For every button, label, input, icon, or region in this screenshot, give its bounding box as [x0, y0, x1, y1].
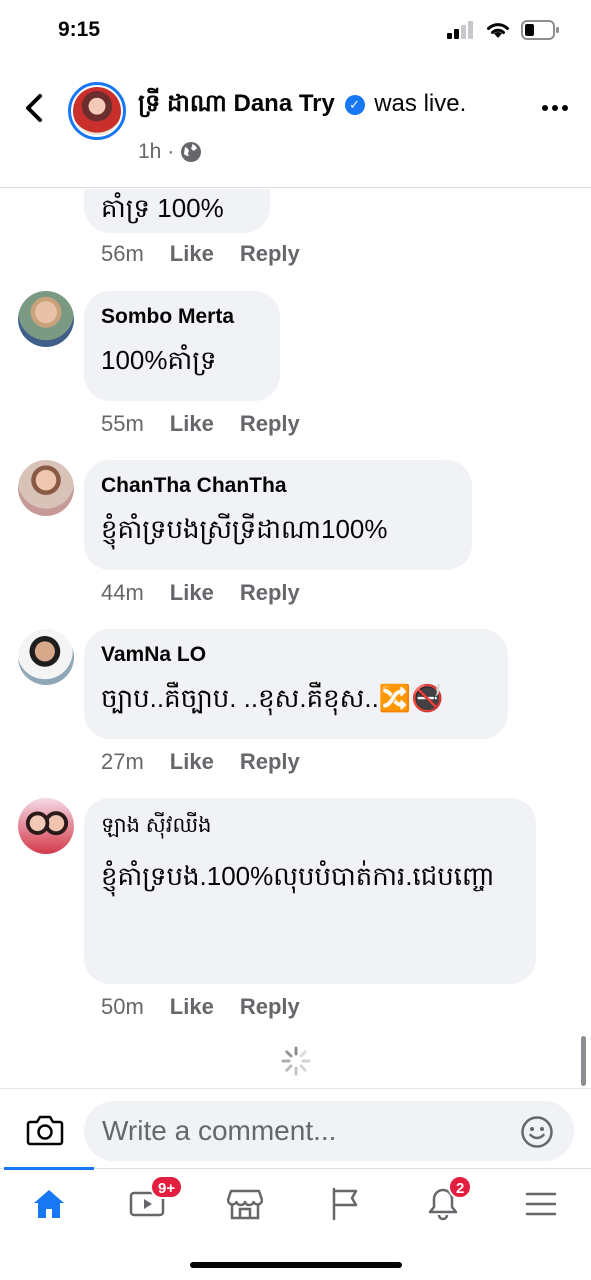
comment-text: 100%គាំទ្រ: [101, 345, 217, 375]
tab-notifications[interactable]: 2: [394, 1169, 492, 1239]
tab-watch[interactable]: 9+: [98, 1169, 196, 1239]
tab-pages[interactable]: [296, 1169, 394, 1239]
tab-menu[interactable]: [492, 1169, 590, 1239]
post-header: ទ្រី ដាណា Dana Try ✓ was live. 1h ·: [0, 64, 591, 188]
avatar[interactable]: [18, 629, 74, 685]
status-time: 9:15: [58, 18, 101, 41]
like-button[interactable]: Like: [170, 580, 214, 606]
page-avatar[interactable]: [68, 82, 126, 140]
comment-time: 50m: [101, 994, 144, 1019]
header-title: ទ្រី ដាណា Dana Try ✓ was live.: [138, 88, 466, 123]
comment-author[interactable]: VamNa LO: [101, 643, 490, 667]
page-name-link[interactable]: ទ្រី ដាណា Dana Try: [138, 90, 335, 117]
comment-time: 56m: [101, 241, 144, 266]
tab-marketplace[interactable]: [196, 1169, 294, 1239]
reply-button[interactable]: Reply: [240, 411, 300, 437]
avatar[interactable]: [18, 460, 74, 516]
comment-author[interactable]: Sombo Merta: [101, 305, 262, 329]
pages-flag-icon: [332, 1187, 358, 1221]
post-meta: 1h ·: [138, 140, 202, 164]
marketplace-icon: [227, 1189, 263, 1220]
comment-time: 55m: [101, 411, 144, 436]
like-button[interactable]: Like: [170, 241, 214, 267]
status-icons: [447, 20, 559, 40]
wifi-icon: [487, 23, 509, 38]
header-action: was live.: [374, 90, 467, 117]
post-timestamp[interactable]: 1h ·: [138, 140, 174, 164]
comment-actions: 44m Like Reply: [101, 580, 300, 606]
comment-bubble[interactable]: គាំទ្រ 100%: [84, 189, 270, 233]
comment-text: គាំទ្រ 100%: [101, 193, 224, 223]
comment-author[interactable]: ChanTha ChanTha: [101, 474, 454, 498]
comment-actions: 27m Like Reply: [101, 749, 300, 775]
home-indicator[interactable]: [190, 1262, 402, 1268]
avatar[interactable]: [18, 291, 74, 347]
notifications-badge: 2: [448, 1175, 473, 1199]
comment-input[interactable]: [84, 1101, 574, 1161]
comment-text: ច្បាប..គឺច្បាប. ..ខុស.គឺខុស..🔀🚭: [101, 683, 444, 713]
loading-spinner-icon: [281, 1046, 311, 1076]
comment-actions: 56m Like Reply: [101, 241, 300, 267]
avatar[interactable]: [18, 798, 74, 854]
reply-button[interactable]: Reply: [240, 580, 300, 606]
verified-icon: ✓: [344, 95, 365, 115]
more-icon[interactable]: [541, 96, 569, 120]
comment-text: ខ្ញុំគាំទ្របង.100%លុបបំបាត់ការ.ជេបញ្ចោ: [101, 861, 495, 891]
like-button[interactable]: Like: [170, 749, 214, 775]
scrollbar[interactable]: [581, 1036, 586, 1086]
comment-author[interactable]: ឡាង ស៊ីវឈីង: [101, 812, 518, 843]
comment-actions: 55m Like Reply: [101, 411, 300, 437]
camera-icon[interactable]: [26, 1113, 64, 1147]
comment-bubble[interactable]: ឡាង ស៊ីវឈីង ខ្ញុំគាំទ្របង.100%លុបបំបាត់ក…: [84, 798, 536, 984]
reply-button[interactable]: Reply: [240, 749, 300, 775]
reply-button[interactable]: Reply: [240, 241, 300, 267]
comment-bubble[interactable]: ChanTha ChanTha ខ្ញុំគាំទ្របងស្រីទ្រីដាណ…: [84, 460, 472, 570]
tab-home[interactable]: [0, 1169, 98, 1239]
status-bar: 9:15: [0, 0, 591, 64]
watch-badge: 9+: [150, 1175, 184, 1199]
reply-button[interactable]: Reply: [240, 994, 300, 1020]
comment-actions: 50m Like Reply: [101, 994, 300, 1020]
comments-list[interactable]: គាំទ្រ 100% 56m Like Reply Sombo Merta 1…: [0, 189, 591, 1087]
comment-time: 27m: [101, 749, 144, 774]
cellular-signal-icon: [447, 21, 473, 39]
home-icon: [34, 1190, 64, 1218]
back-arrow-icon[interactable]: [20, 92, 50, 124]
emoji-icon[interactable]: [520, 1115, 554, 1149]
like-button[interactable]: Like: [170, 994, 214, 1020]
battery-icon: [521, 20, 559, 40]
comment-text: ខ្ញុំគាំទ្របងស្រីទ្រីដាណា100%: [101, 514, 388, 544]
like-button[interactable]: Like: [170, 411, 214, 437]
comment-bubble[interactable]: Sombo Merta 100%គាំទ្រ: [84, 291, 280, 401]
comment-composer: [0, 1088, 591, 1168]
globe-icon: [181, 142, 202, 162]
comment-bubble[interactable]: VamNa LO ច្បាប..គឺច្បាប. ..ខុស.គឺខុស..🔀🚭: [84, 629, 508, 739]
comment-time: 44m: [101, 580, 144, 605]
menu-icon: [525, 1192, 557, 1216]
